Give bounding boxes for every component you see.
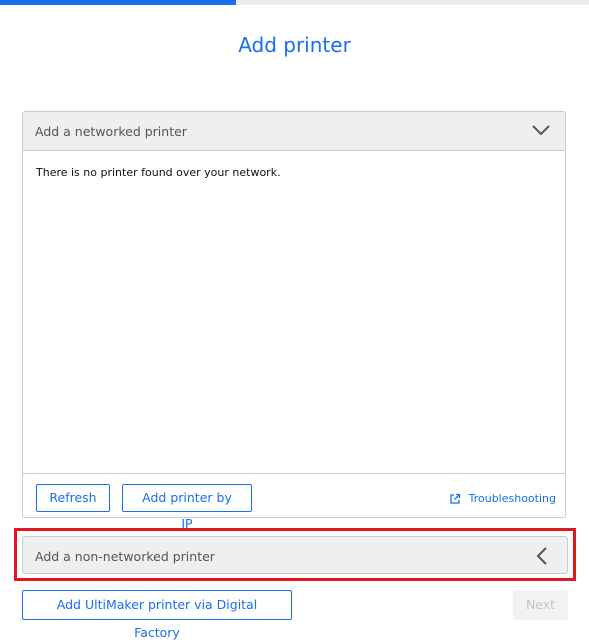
add-printer-by-ip-button[interactable]: Add printer by IP [122,484,252,531]
chevron-left-icon[interactable] [535,546,549,566]
progress-bar-fill [0,0,236,5]
add-printer-page: Add printer Add a networked printer Ther… [0,0,589,644]
no-printer-message: There is no printer found over your netw… [36,166,281,179]
networked-printer-header[interactable]: Add a networked printer [23,112,565,151]
networked-printer-panel: Add a networked printer There is no prin… [22,111,566,531]
troubleshooting-label: Troubleshooting [468,492,556,505]
external-link-icon [449,493,460,504]
refresh-button[interactable]: Refresh [36,484,110,512]
page-title: Add printer [238,33,351,57]
non-networked-printer-header-label: Add a non-networked printer [35,549,215,564]
chevron-down-icon[interactable] [531,123,551,137]
next-button[interactable]: Next [513,590,568,620]
add-via-digital-factory-button[interactable]: Add UltiMaker printer via Digital Factor… [22,590,292,640]
networked-printer-header-label: Add a networked printer [35,124,187,139]
non-networked-printer-header[interactable]: Add a non-networked printer [22,536,568,574]
troubleshooting-link[interactable]: Troubleshooting [449,492,556,505]
networked-panel-footer: Refresh Add printer by IP Troubleshootin… [23,473,565,531]
progress-bar [0,0,589,5]
